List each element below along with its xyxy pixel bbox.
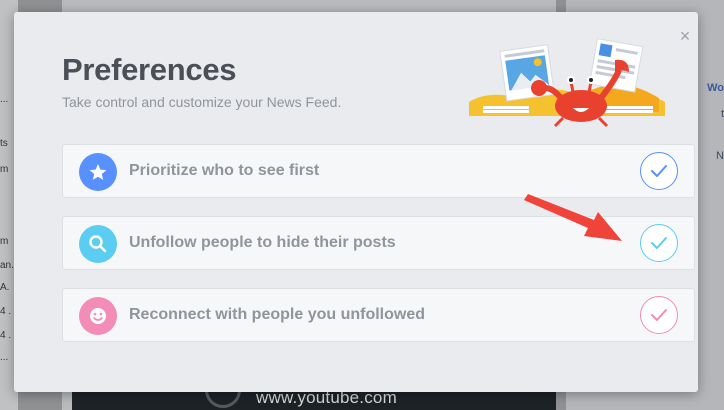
background-text: an.: [0, 260, 14, 271]
background-text: 4 .: [0, 306, 12, 317]
background-text: ...: [0, 94, 9, 105]
background-text: N: [716, 150, 724, 162]
arrow-annotation-icon: [524, 194, 622, 241]
search-icon: [79, 225, 117, 263]
option-label: Prioritize who to see first: [129, 162, 320, 179]
background-text: ts: [0, 138, 8, 149]
crab-illustration-icon: [469, 38, 665, 128]
background-text: m: [0, 164, 9, 175]
option-reconnect[interactable]: Reconnect with people you unfollowed: [62, 288, 695, 342]
option-label: Unfollow people to hide their posts: [129, 234, 396, 251]
background-text: m: [0, 236, 9, 247]
checkmark-icon[interactable]: [640, 224, 678, 262]
close-icon[interactable]: ×: [677, 27, 693, 45]
option-prioritize[interactable]: Prioritize who to see first: [62, 144, 695, 198]
background-text: 4 .: [0, 330, 12, 341]
star-icon: [79, 153, 117, 191]
dialog-subtitle: Take control and customize your News Fee…: [62, 94, 342, 110]
background-text: A.: [0, 282, 10, 293]
background-text: Wo: [707, 82, 724, 94]
option-label: Reconnect with people you unfollowed: [129, 306, 426, 323]
background-text: ...: [0, 352, 9, 363]
dialog-title: Preferences: [62, 52, 237, 87]
checkmark-icon[interactable]: [640, 296, 678, 334]
checkmark-icon[interactable]: [640, 152, 678, 190]
smile-icon: [79, 297, 117, 335]
